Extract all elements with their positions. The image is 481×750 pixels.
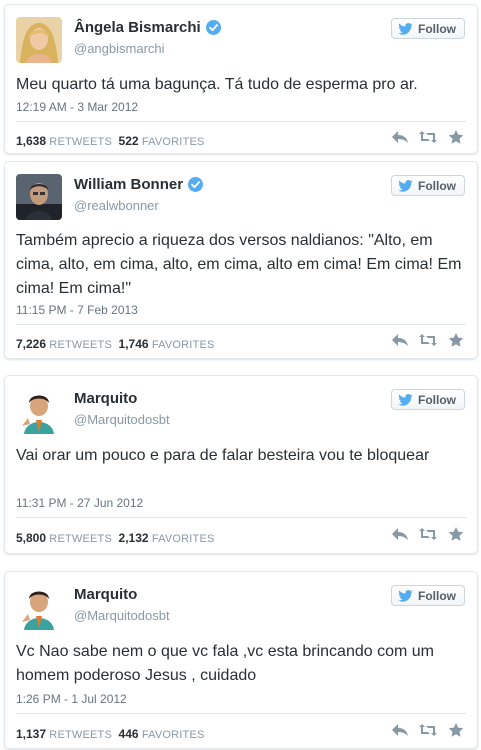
retweet-icon[interactable] — [419, 527, 437, 541]
follow-button[interactable]: Follow — [391, 175, 465, 196]
divider — [16, 121, 466, 122]
retweet-icon[interactable] — [419, 130, 437, 144]
tweet-actions — [391, 527, 465, 541]
retweets-label: RETWEETS — [49, 729, 113, 741]
favorites-label: FAVORITES — [151, 339, 215, 351]
follow-label: Follow — [418, 21, 456, 36]
favorite-icon[interactable] — [447, 333, 465, 347]
favorite-icon[interactable] — [447, 527, 465, 541]
favorite-count[interactable]: 2,132 — [119, 531, 149, 545]
retweet-count[interactable]: 1,137 — [16, 727, 46, 741]
favorites-label: FAVORITES — [141, 136, 205, 148]
tweet-text: Também aprecio a riqueza dos versos nald… — [16, 232, 462, 297]
tweet-actions — [391, 723, 465, 737]
reply-icon[interactable] — [391, 333, 409, 347]
author-name[interactable]: Marquito — [74, 390, 137, 407]
retweet-icon[interactable] — [419, 723, 437, 737]
favorite-count[interactable]: 1,746 — [119, 337, 149, 351]
follow-button[interactable]: Follow — [391, 389, 465, 410]
author-name-text[interactable]: Ângela Bismarchi — [74, 19, 201, 36]
follow-label: Follow — [418, 178, 456, 193]
tweet-card: William Bonner @realwbonner Follow També… — [4, 161, 478, 359]
tweet-stats: 7,226 RETWEETS 1,746 FAVORITES — [16, 337, 215, 351]
follow-label: Follow — [418, 588, 456, 603]
author-handle[interactable]: @Marquitodosbt — [74, 608, 170, 623]
avatar[interactable] — [16, 388, 62, 434]
author-name[interactable]: Marquito — [74, 586, 137, 603]
divider — [16, 517, 466, 518]
favorite-icon[interactable] — [447, 723, 465, 737]
tweet-card: Marquito @Marquitodosbt Follow Vai orar … — [4, 375, 478, 554]
tweet-date[interactable]: 11:15 PM - 7 Feb 2013 — [16, 303, 138, 317]
tweet-card: Ângela Bismarchi @angbismarchi Follow Me… — [4, 4, 478, 154]
tweet-card: Marquito @Marquitodosbt Follow Vc Nao sa… — [4, 571, 478, 749]
twitter-bird-icon — [398, 589, 413, 602]
retweet-count[interactable]: 1,638 — [16, 134, 46, 148]
tweet-actions — [391, 333, 465, 347]
favorite-count[interactable]: 446 — [119, 727, 139, 741]
verified-badge-icon — [205, 20, 221, 35]
verified-badge-icon — [188, 177, 204, 192]
author-name[interactable]: Ângela Bismarchi — [74, 19, 221, 36]
tweet-date[interactable]: 1:26 PM - 1 Jul 2012 — [16, 692, 127, 706]
author-name[interactable]: William Bonner — [74, 176, 204, 193]
divider — [16, 713, 466, 714]
retweet-count[interactable]: 5,800 — [16, 531, 46, 545]
reply-icon[interactable] — [391, 130, 409, 144]
reply-icon[interactable] — [391, 527, 409, 541]
tweet-date[interactable]: 11:31 PM - 27 Jun 2012 — [16, 496, 143, 510]
avatar[interactable] — [16, 584, 62, 630]
divider — [16, 324, 466, 325]
follow-label: Follow — [418, 392, 456, 407]
twitter-bird-icon — [398, 22, 413, 35]
author-handle[interactable]: @realwbonner — [74, 198, 159, 213]
author-handle[interactable]: @Marquitodosbt — [74, 412, 170, 427]
retweets-label: RETWEETS — [49, 136, 113, 148]
avatar[interactable] — [16, 17, 62, 63]
author-handle[interactable]: @angbismarchi — [74, 41, 165, 56]
retweets-label: RETWEETS — [49, 533, 113, 545]
author-name-text[interactable]: Marquito — [74, 390, 137, 407]
tweet-text: Vai orar um pouco e para de falar bestei… — [16, 447, 430, 464]
retweets-label: RETWEETS — [49, 339, 113, 351]
follow-button[interactable]: Follow — [391, 18, 465, 39]
twitter-bird-icon — [398, 393, 413, 406]
tweet-stats: 5,800 RETWEETS 2,132 FAVORITES — [16, 531, 215, 545]
avatar[interactable] — [16, 174, 62, 220]
retweet-icon[interactable] — [419, 333, 437, 347]
twitter-bird-icon — [398, 179, 413, 192]
tweet-stats: 1,638 RETWEETS 522 FAVORITES — [16, 134, 205, 148]
favorite-icon[interactable] — [447, 130, 465, 144]
favorites-label: FAVORITES — [151, 533, 215, 545]
author-name-text[interactable]: William Bonner — [74, 176, 183, 193]
favorites-label: FAVORITES — [141, 729, 205, 741]
retweet-count[interactable]: 7,226 — [16, 337, 46, 351]
reply-icon[interactable] — [391, 723, 409, 737]
tweet-text: Vc Nao sabe nem o que vc fala ,vc esta b… — [16, 643, 434, 684]
favorite-count[interactable]: 522 — [119, 134, 139, 148]
follow-button[interactable]: Follow — [391, 585, 465, 606]
tweet-text: Meu quarto tá uma bagunça. Tá tudo de es… — [16, 76, 418, 93]
tweet-actions — [391, 130, 465, 144]
tweet-date[interactable]: 12:19 AM - 3 Mar 2012 — [16, 100, 138, 114]
tweet-stats: 1,137 RETWEETS 446 FAVORITES — [16, 727, 205, 741]
author-name-text[interactable]: Marquito — [74, 586, 137, 603]
